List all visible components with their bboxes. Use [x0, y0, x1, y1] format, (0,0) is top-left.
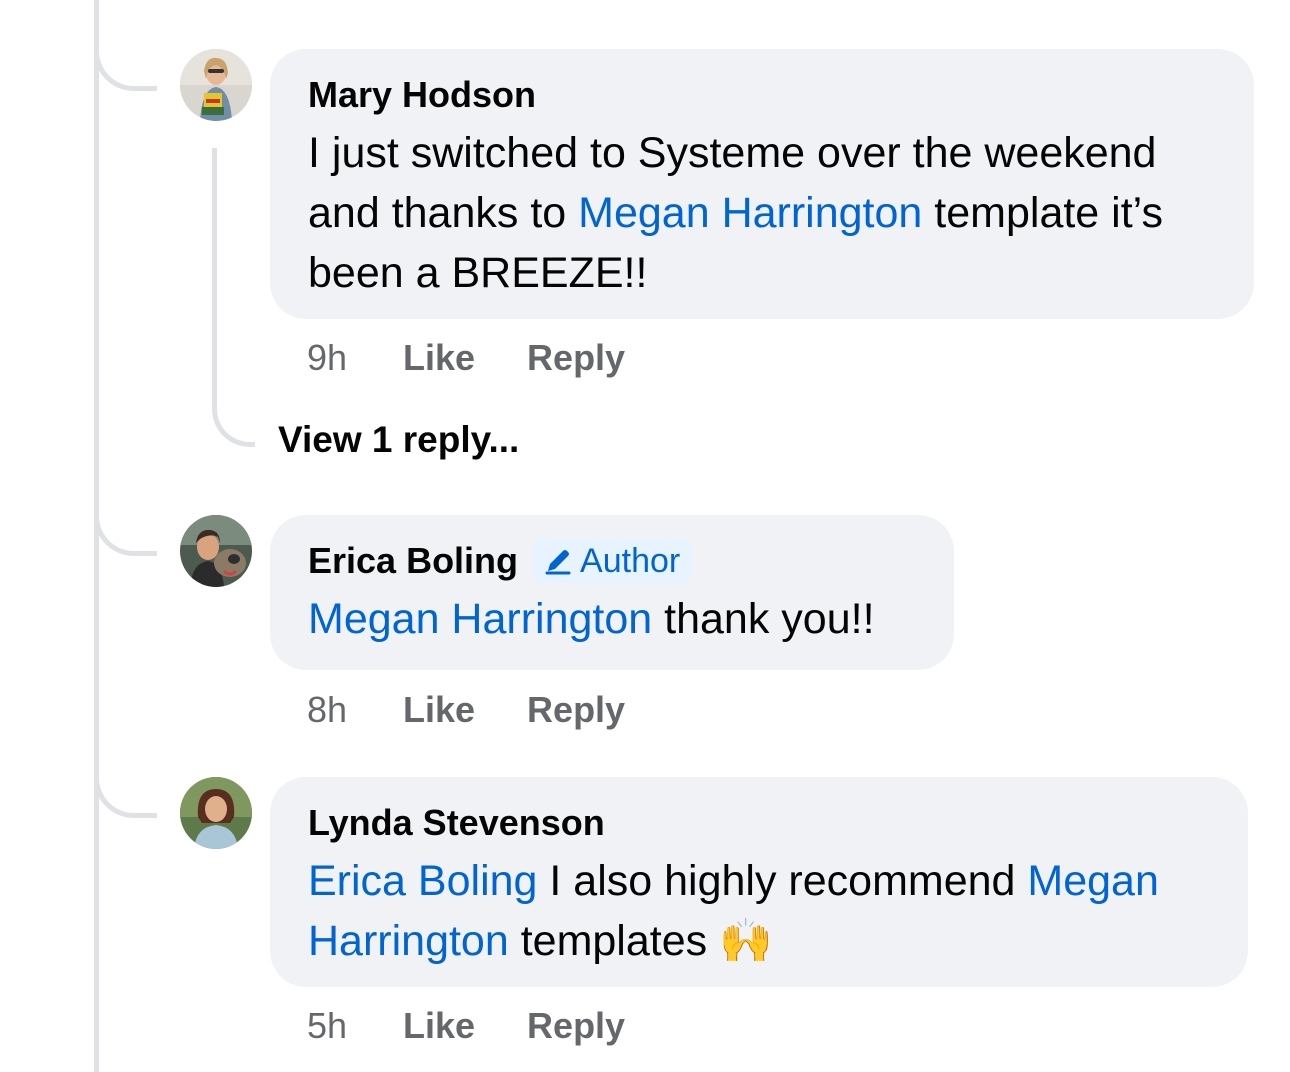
- like-button[interactable]: Like: [403, 1004, 475, 1048]
- avatar[interactable]: [180, 515, 252, 587]
- thread-line: [94, 0, 99, 1072]
- comment-text: Erica Boling I also highly recommend Meg…: [308, 851, 1210, 971]
- comment-timestamp[interactable]: 8h: [307, 688, 403, 732]
- comment-bubble: Lynda Stevenson Erica Boling I also high…: [270, 777, 1248, 987]
- comment-text: I just switched to Systeme over the week…: [308, 123, 1216, 303]
- avatar-mary-hodson-image: [180, 49, 252, 121]
- raised-hands-emoji: 🙌: [719, 917, 773, 965]
- nested-reply-connector: [212, 148, 255, 447]
- comment-author[interactable]: Mary Hodson: [308, 73, 1216, 117]
- comment-author[interactable]: Lynda Stevenson: [308, 801, 1210, 845]
- reply-button[interactable]: Reply: [527, 688, 625, 732]
- comment-bubble: Mary Hodson I just switched to Systeme o…: [270, 49, 1254, 319]
- comment-text: Megan Harrington thank you!!: [308, 589, 916, 649]
- mention-link[interactable]: Megan Harrington: [578, 189, 922, 237]
- mention-link[interactable]: Megan Harrington: [308, 595, 652, 643]
- reply-button[interactable]: Reply: [527, 1004, 625, 1048]
- comment-author[interactable]: Erica Boling: [308, 539, 518, 583]
- avatar[interactable]: [180, 49, 252, 121]
- comment-actions: 5h Like Reply: [307, 1004, 625, 1048]
- thread-connector: [94, 38, 157, 91]
- comment-text-part: templates: [508, 917, 720, 965]
- comment-actions: 8h Like Reply: [307, 688, 625, 732]
- like-button[interactable]: Like: [403, 688, 475, 732]
- comment-author-row: Erica Boling Author: [308, 539, 916, 583]
- comment-timestamp[interactable]: 9h: [307, 336, 403, 380]
- comment-actions: 9h Like Reply: [307, 336, 625, 380]
- reply-button[interactable]: Reply: [527, 336, 625, 380]
- thread-connector: [94, 765, 157, 818]
- thread-connector: [94, 503, 157, 556]
- avatar[interactable]: [180, 777, 252, 849]
- comment-text-part: thank you!!: [652, 595, 875, 643]
- like-button[interactable]: Like: [403, 336, 475, 380]
- author-badge-label: Author: [580, 542, 681, 580]
- comment-bubble: Erica Boling Author Megan Harrington tha…: [270, 515, 954, 670]
- author-badge: Author: [532, 539, 693, 583]
- view-replies-link[interactable]: View 1 reply...: [278, 418, 519, 462]
- avatar-erica-boling-image: [180, 515, 252, 587]
- comment-text-part: I also highly recommend: [537, 857, 1028, 905]
- avatar-lynda-stevenson-image: [180, 777, 252, 849]
- pencil-icon: [545, 550, 571, 575]
- comment-timestamp[interactable]: 5h: [307, 1004, 403, 1048]
- mention-link[interactable]: Erica Boling: [308, 857, 537, 905]
